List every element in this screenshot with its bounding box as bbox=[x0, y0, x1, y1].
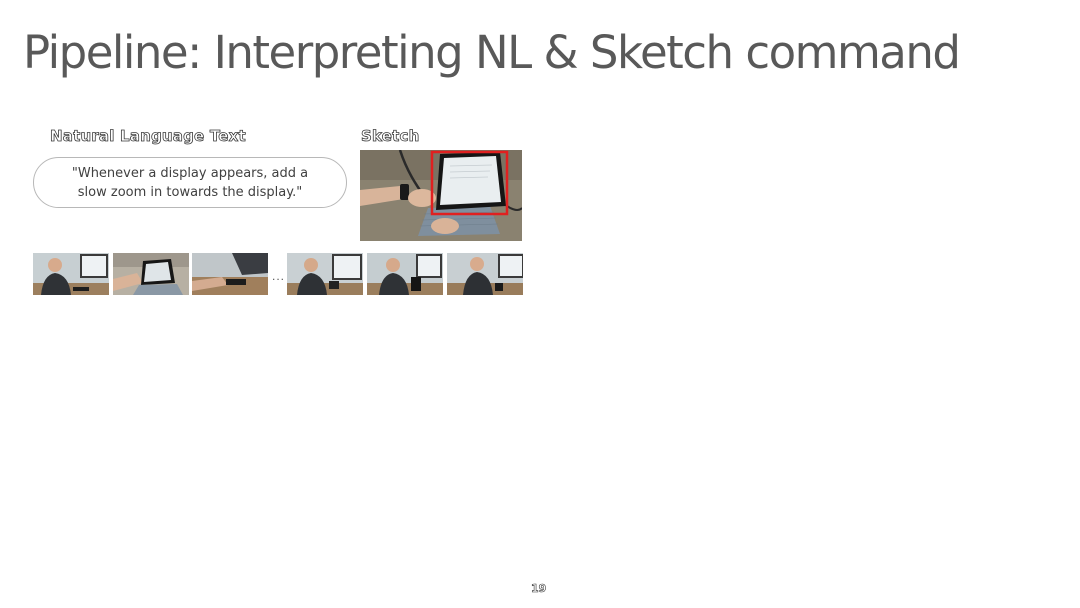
frame-ellipsis: ... bbox=[272, 269, 286, 283]
slide-title: Pipeline: Interpreting NL & Sketch comma… bbox=[23, 26, 961, 79]
video-frame-thumbnail bbox=[192, 253, 268, 295]
natural-language-label: Natural Language Text bbox=[50, 127, 247, 146]
sketch-label: Sketch bbox=[361, 127, 420, 146]
video-frame-thumbnail bbox=[367, 253, 443, 295]
nl-command-box: "Whenever a display appears, add a slow … bbox=[33, 157, 347, 208]
slide: Pipeline: Interpreting NL & Sketch comma… bbox=[0, 0, 1080, 608]
video-frame-thumbnail bbox=[113, 253, 189, 295]
video-frame-thumbnail bbox=[33, 253, 109, 295]
video-frame-thumbnail bbox=[287, 253, 363, 295]
page-number: 19 bbox=[531, 582, 547, 596]
video-frame-thumbnail bbox=[447, 253, 523, 295]
video-frame-strip: ... bbox=[33, 253, 523, 295]
nl-command-text: "Whenever a display appears, add a slow … bbox=[71, 165, 309, 200]
sketch-image bbox=[360, 150, 522, 241]
